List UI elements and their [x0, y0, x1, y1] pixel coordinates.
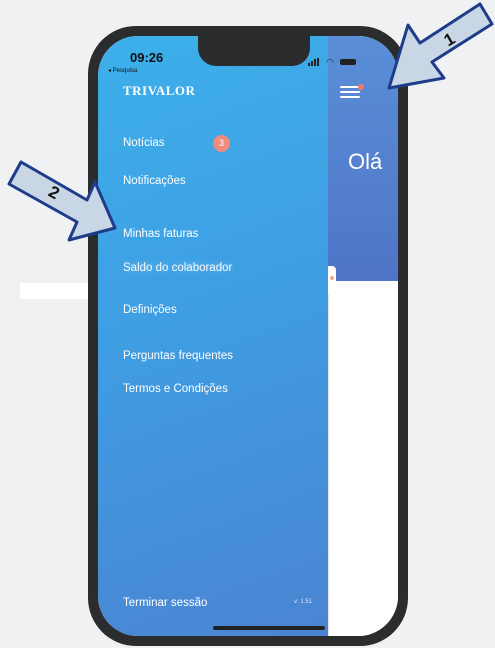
brand-logo: TRIVALOR: [123, 83, 196, 98]
menu-item-noticias[interactable]: Notícias: [123, 137, 165, 149]
menu-item-termos-condicoes[interactable]: Termos e Condições: [123, 383, 228, 395]
home-indicator: [213, 626, 325, 630]
main-card: [328, 291, 398, 636]
logout-button[interactable]: Terminar sessão: [123, 597, 207, 609]
hamburger-icon: [340, 86, 360, 88]
card-edge-dot: [330, 276, 334, 280]
greeting-text: Olá: [348, 149, 383, 174]
app-screen: Olá 09:26 ◂ Pesquisa TRIVALOR Notícias 3…: [98, 36, 398, 636]
menu-notification-dot: [358, 84, 364, 90]
menu-item-saldo-colaborador[interactable]: Saldo do colaborador: [123, 262, 232, 274]
menu-item-minhas-faturas[interactable]: Minhas faturas: [123, 228, 198, 240]
arrow-icon: [7, 160, 117, 242]
phone-frame: Olá 09:26 ◂ Pesquisa TRIVALOR Notícias 3…: [88, 26, 408, 646]
arrow-icon: [387, 2, 494, 90]
hamburger-line: [340, 91, 360, 93]
back-to-search-link[interactable]: ◂ Pesquisa: [108, 67, 137, 74]
menu-item-notificacoes[interactable]: Notificações: [123, 175, 186, 187]
phone-notch: [198, 36, 310, 66]
signal-icon: [308, 58, 322, 66]
hamburger-line: [340, 96, 360, 98]
menu-button[interactable]: [340, 84, 364, 100]
menu-item-perguntas-frequentes[interactable]: Perguntas frequentes: [123, 350, 233, 362]
news-count-badge: 3: [213, 135, 230, 152]
card-edge: [328, 266, 336, 294]
side-menu-drawer: 09:26 ◂ Pesquisa TRIVALOR Notícias 3 Not…: [98, 36, 328, 636]
status-time: 09:26: [130, 50, 164, 65]
wifi-icon: ◠: [326, 57, 334, 67]
callout-arrow-2: 2: [5, 150, 120, 242]
callout-arrow-1: 1: [386, 0, 495, 100]
menu-item-definicoes[interactable]: Definições: [123, 304, 177, 316]
battery-icon: [340, 59, 356, 65]
app-version: v: 1.51: [294, 599, 313, 605]
main-content: Olá: [328, 36, 398, 636]
